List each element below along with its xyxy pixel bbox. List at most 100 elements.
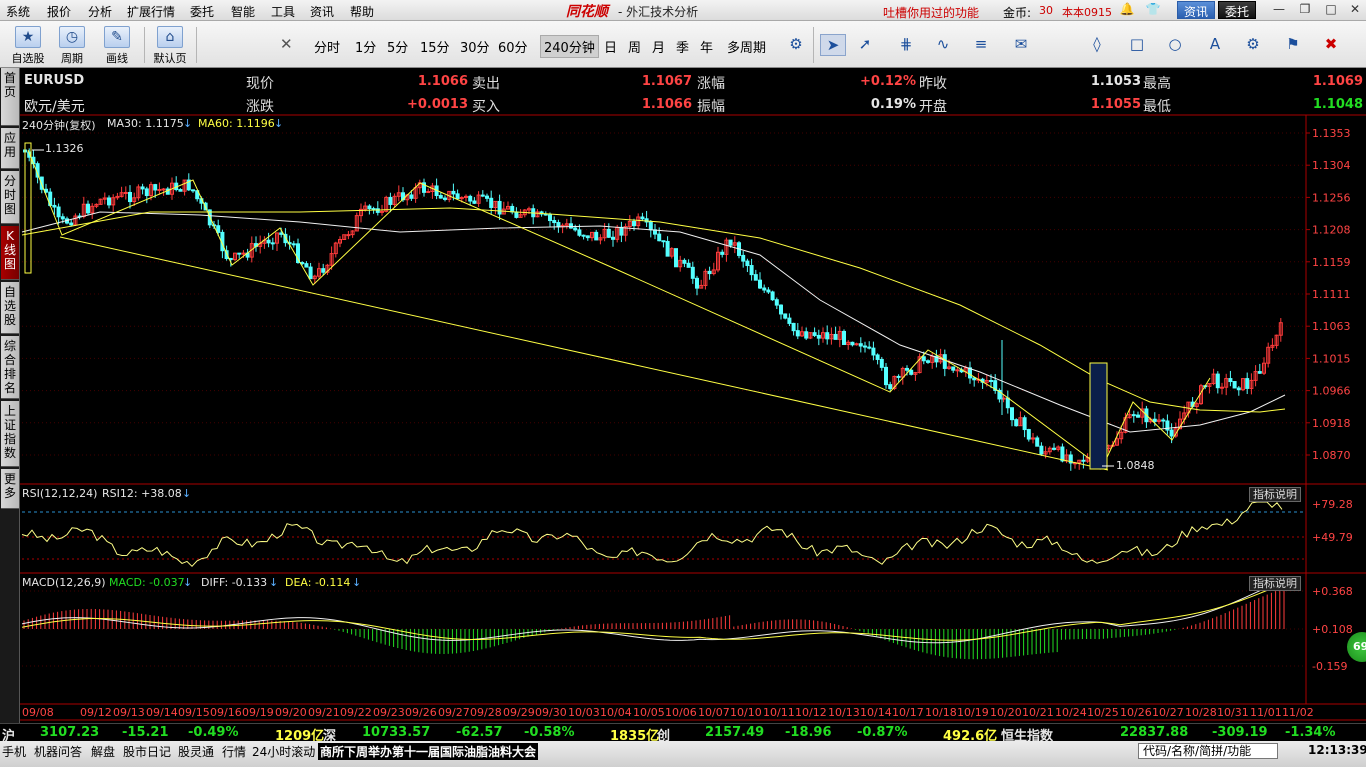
- status-item-3[interactable]: 股市日记: [123, 743, 171, 760]
- candle: [682, 259, 687, 264]
- candle: [1136, 414, 1140, 418]
- candle: [749, 265, 754, 276]
- candle: [1169, 429, 1174, 437]
- status-item-4[interactable]: 股灵通: [178, 743, 214, 760]
- candle: [1081, 459, 1086, 462]
- candle: [497, 200, 502, 215]
- candle: [455, 193, 460, 200]
- x-tick-label: 09/28: [470, 706, 502, 719]
- x-tick-label: 10/19: [957, 706, 989, 719]
- candle: [304, 263, 309, 268]
- candle: [472, 200, 477, 204]
- status-item-0[interactable]: 手机: [2, 743, 26, 760]
- candle: [871, 347, 876, 356]
- index-item-1: 3107.23: [40, 725, 100, 740]
- kline-y-tick-label: 1.1111: [1312, 288, 1351, 301]
- diff-value: DIFF: -0.133: [201, 576, 268, 589]
- candle: [989, 379, 993, 382]
- quote-value-1-0: +0.0013: [406, 97, 468, 112]
- status-item-1[interactable]: 机器问答: [34, 743, 82, 760]
- index-item-11: 2157.49: [705, 725, 765, 740]
- candle: [388, 196, 393, 205]
- x-tick-label: 09/13: [113, 706, 145, 719]
- candle: [955, 369, 960, 372]
- ma60-label: MA60: 1.1196: [198, 117, 275, 130]
- index-item-8: -0.58%: [524, 725, 575, 740]
- x-tick-label: 10/06: [665, 706, 697, 719]
- candle: [741, 254, 746, 262]
- candle: [921, 356, 926, 362]
- kline-y-tick-label: 1.1159: [1312, 256, 1351, 269]
- x-tick-label: 10/14: [860, 706, 892, 719]
- candle: [266, 239, 271, 244]
- macd-y-tick-label: +0.368: [1312, 585, 1353, 598]
- candle: [816, 334, 821, 339]
- candle: [804, 331, 809, 339]
- candle: [972, 377, 977, 381]
- macd-arrow-icon: ↓: [183, 576, 193, 589]
- candle: [661, 240, 666, 243]
- macd-explain-button[interactable]: 指标说明: [1249, 576, 1301, 591]
- index-item-18: -1.34%: [1285, 725, 1336, 740]
- candle: [842, 330, 846, 345]
- quote-value-0-3: 1.1053: [1090, 74, 1141, 89]
- candle: [695, 277, 699, 289]
- x-tick-label: 09/21: [308, 706, 340, 719]
- candle: [451, 190, 456, 195]
- kline-y-tick-label: 1.0966: [1312, 385, 1351, 398]
- x-tick-label: 09/16: [210, 706, 242, 719]
- trend-line: [59, 236, 1109, 471]
- candle: [480, 194, 485, 197]
- x-tick-label: 10/20: [990, 706, 1022, 719]
- candle: [510, 205, 515, 213]
- status-item-6[interactable]: 24小时滚动: [252, 743, 315, 760]
- candle: [657, 233, 662, 242]
- candle: [1039, 445, 1044, 455]
- index-bar: 沪 3107.23 -15.21 -0.49% 1209亿深 10733.57 -62.57…: [0, 723, 1366, 744]
- index-item-7: -62.57: [456, 725, 503, 740]
- candle: [812, 332, 817, 336]
- news-ticker[interactable]: 商所下周举办第十一届国际油脂油料大会: [318, 743, 539, 760]
- quote-label-1-2: 振幅: [697, 99, 725, 115]
- quote-label-1-0: 涨跌: [246, 99, 274, 115]
- quote-label-0-4: 最高: [1143, 76, 1171, 92]
- x-tick-label: 10/18: [925, 706, 957, 719]
- kline-y-tick-label: 1.0870: [1312, 449, 1351, 462]
- candle: [371, 208, 376, 211]
- status-item-2[interactable]: 解盘: [91, 743, 115, 760]
- candle: [1014, 419, 1019, 427]
- rsi-explain-button[interactable]: 指标说明: [1249, 487, 1301, 502]
- candle: [640, 216, 645, 220]
- diff-line: [21, 580, 1283, 644]
- candle: [632, 220, 636, 227]
- candle: [850, 341, 855, 346]
- quote-label-0-3: 昨收: [919, 76, 947, 92]
- candle: [548, 214, 552, 222]
- index-item-13: -0.87%: [857, 725, 908, 740]
- app-window: 系统 报价 分析 扩展行情 委托 智能 工具 资讯 帮助 同花顺 - 外汇技术分…: [0, 0, 1366, 767]
- code-search-input[interactable]: 代码/名称/简拼/功能: [1138, 743, 1278, 759]
- candle: [1035, 437, 1040, 447]
- status-item-5[interactable]: 行情: [222, 743, 246, 760]
- candle: [86, 203, 90, 214]
- candle: [485, 195, 489, 199]
- candle: [594, 231, 599, 241]
- x-tick-label: 10/04: [600, 706, 632, 719]
- rsi-title: RSI(12,12,24): [22, 487, 98, 500]
- candle: [665, 240, 670, 257]
- index-item-2: -15.21: [122, 725, 169, 740]
- candle: [552, 220, 557, 224]
- candle: [858, 343, 863, 347]
- ma30-label: MA30: 1.1175: [107, 117, 184, 130]
- candle: [128, 191, 132, 203]
- candle: [686, 262, 691, 268]
- kline-y-tick-label: 1.1353: [1312, 127, 1351, 140]
- quote-label-1-4: 最低: [1143, 99, 1171, 115]
- x-tick-label: 09/26: [405, 706, 437, 719]
- candle: [766, 289, 771, 293]
- macd-y-tick-label: -0.159: [1312, 660, 1347, 673]
- kline-y-tick-label: 1.1015: [1312, 352, 1351, 365]
- x-tick-label: 09/22: [340, 706, 372, 719]
- candle: [161, 188, 166, 191]
- candle: [833, 333, 838, 340]
